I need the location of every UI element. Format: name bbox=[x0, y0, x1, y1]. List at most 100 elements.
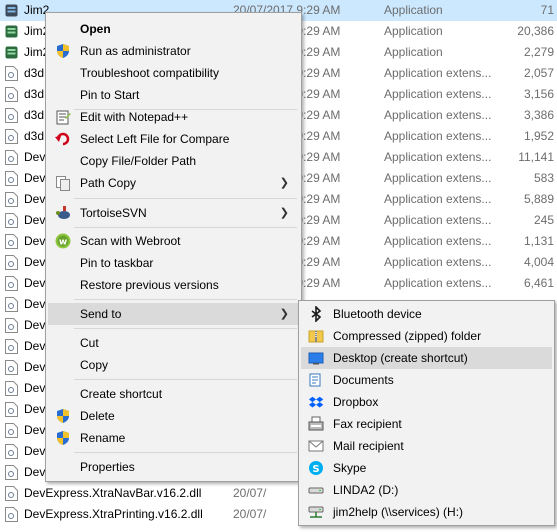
compare-icon bbox=[55, 132, 70, 146]
send-to-linda2-drive[interactable]: LINDA2 (D:) bbox=[301, 479, 552, 501]
dll-icon bbox=[5, 318, 18, 333]
file-size: 5,889 bbox=[523, 192, 554, 206]
file-size: 71 bbox=[540, 3, 554, 17]
menu-item-label: Pin to taskbar bbox=[80, 256, 154, 270]
file-name: Dev bbox=[24, 255, 46, 269]
app-icon bbox=[5, 46, 18, 59]
menu-item-label: Copy File/Folder Path bbox=[80, 154, 197, 168]
network-drive-icon bbox=[308, 506, 324, 518]
file-name: Dev bbox=[24, 213, 46, 227]
send-to-documents[interactable]: Documents bbox=[301, 369, 552, 391]
menu-item-label: Cut bbox=[80, 336, 99, 350]
chevron-right-icon: ❯ bbox=[279, 207, 289, 219]
menu-item-run-as-administrator[interactable]: Run as administrator bbox=[48, 40, 299, 62]
send-to-bluetooth-device[interactable]: Bluetooth device bbox=[301, 303, 552, 325]
dll-icon bbox=[5, 66, 18, 81]
menu-item-open[interactable]: Open bbox=[48, 18, 299, 40]
menu-item-delete[interactable]: Delete bbox=[48, 405, 299, 427]
menu-item-send-to[interactable]: Send to ❯ bbox=[48, 303, 299, 325]
menu-separator bbox=[74, 299, 297, 300]
dll-icon bbox=[5, 465, 18, 480]
send-to-submenu: Bluetooth device Compressed (zipped) fol… bbox=[298, 300, 555, 526]
menu-item-label: Mail recipient bbox=[333, 439, 404, 453]
shield-icon bbox=[57, 409, 69, 423]
file-name: Dev bbox=[24, 297, 46, 311]
fax-icon bbox=[308, 416, 324, 431]
file-size: 6,461 bbox=[523, 276, 554, 290]
file-size: 583 bbox=[533, 171, 554, 185]
file-type: Application bbox=[384, 3, 443, 17]
file-size: 245 bbox=[533, 213, 554, 227]
file-name: DevExpress.XtraNavBar.v16.2.dll bbox=[24, 486, 202, 500]
file-name: Dev bbox=[24, 381, 46, 395]
dll-icon bbox=[5, 444, 18, 459]
menu-separator bbox=[74, 452, 297, 453]
menu-item-pin-to-taskbar[interactable]: Pin to taskbar bbox=[48, 252, 299, 274]
file-type: Application extens... bbox=[384, 150, 492, 164]
menu-item-label: Restore previous versions bbox=[80, 278, 219, 292]
menu-item-label: Send to bbox=[80, 307, 122, 321]
menu-item-label: Compressed (zipped) folder bbox=[333, 329, 482, 343]
menu-item-label: Fax recipient bbox=[333, 417, 402, 431]
send-to-desktop[interactable]: Desktop (create shortcut) bbox=[301, 347, 552, 369]
tortoisesvn-icon bbox=[56, 206, 70, 219]
file-type: Application extens... bbox=[384, 192, 492, 206]
file-type: Application extens... bbox=[384, 108, 492, 122]
menu-item-label: Rename bbox=[80, 431, 126, 445]
send-to-dropbox[interactable]: Dropbox bbox=[301, 391, 552, 413]
menu-item-label: Select Left File for Compare bbox=[80, 132, 230, 146]
menu-item-label: Scan with Webroot bbox=[80, 234, 181, 248]
file-size: 11,141 bbox=[518, 150, 554, 164]
context-menu: Open Run as administrator Troubleshoot c… bbox=[45, 12, 302, 482]
notepad-plus-plus-icon bbox=[56, 110, 71, 125]
menu-item-select-left-file-for-compare[interactable]: Select Left File for Compare bbox=[48, 128, 299, 150]
menu-item-scan-with-webroot[interactable]: w Scan with Webroot bbox=[48, 230, 299, 252]
path-copy-icon bbox=[56, 176, 70, 191]
zip-folder-icon bbox=[308, 330, 324, 343]
file-name: DevExpress.XtraPrinting.v16.2.dll bbox=[24, 507, 203, 521]
send-to-mail-recipient[interactable]: Mail recipient bbox=[301, 435, 552, 457]
menu-item-label: LINDA2 (D:) bbox=[333, 483, 399, 497]
file-size: 2,057 bbox=[523, 66, 554, 80]
file-name: Dev bbox=[24, 150, 46, 164]
chevron-right-icon: ❯ bbox=[279, 177, 289, 189]
send-to-jim2help-network-drive[interactable]: jim2help (\\services) (H:) bbox=[301, 501, 552, 523]
menu-item-path-copy[interactable]: Path Copy ❯ bbox=[48, 172, 299, 194]
file-name: d3d bbox=[24, 87, 45, 101]
menu-item-label: Delete bbox=[80, 409, 115, 423]
file-type: Application extens... bbox=[384, 234, 492, 248]
dll-icon bbox=[5, 255, 18, 270]
dll-icon bbox=[5, 402, 18, 417]
menu-item-restore-previous-versions[interactable]: Restore previous versions bbox=[48, 274, 299, 296]
menu-item-tortoisesvn[interactable]: TortoiseSVN ❯ bbox=[48, 202, 299, 224]
file-name: Dev bbox=[24, 423, 46, 437]
svg-text:w: w bbox=[59, 238, 67, 248]
file-type: Application bbox=[384, 45, 443, 59]
menu-item-properties[interactable]: Properties bbox=[48, 456, 299, 478]
file-name: Dev bbox=[24, 171, 46, 185]
menu-item-rename[interactable]: Rename bbox=[48, 427, 299, 449]
send-to-fax-recipient[interactable]: Fax recipient bbox=[301, 413, 552, 435]
menu-item-create-shortcut[interactable]: Create shortcut bbox=[48, 383, 299, 405]
menu-item-edit-with-notepad-plus-plus[interactable]: Edit with Notepad++ bbox=[48, 106, 299, 128]
file-size: 1,131 bbox=[523, 234, 554, 248]
send-to-compressed-folder[interactable]: Compressed (zipped) folder bbox=[301, 325, 552, 347]
menu-item-label: Run as administrator bbox=[80, 44, 191, 58]
file-size: 2,279 bbox=[523, 45, 554, 59]
menu-item-pin-to-start[interactable]: Pin to Start bbox=[48, 84, 299, 106]
send-to-skype[interactable]: S Skype bbox=[301, 457, 552, 479]
menu-item-cut[interactable]: Cut bbox=[48, 332, 299, 354]
file-size: 20,386 bbox=[517, 24, 554, 38]
file-name: Dev bbox=[24, 318, 46, 332]
menu-item-troubleshoot-compatibility[interactable]: Troubleshoot compatibility bbox=[48, 62, 299, 84]
menu-item-copy[interactable]: Copy bbox=[48, 354, 299, 376]
menu-separator bbox=[74, 379, 297, 380]
drive-icon bbox=[308, 487, 324, 494]
menu-item-label: Open bbox=[80, 22, 111, 36]
dropbox-icon bbox=[308, 396, 324, 408]
dll-icon bbox=[5, 192, 18, 207]
menu-item-copy-file-folder-path[interactable]: Copy File/Folder Path bbox=[48, 150, 299, 172]
dll-icon bbox=[5, 150, 18, 165]
menu-item-label: Copy bbox=[80, 358, 109, 372]
mail-icon bbox=[308, 440, 324, 452]
